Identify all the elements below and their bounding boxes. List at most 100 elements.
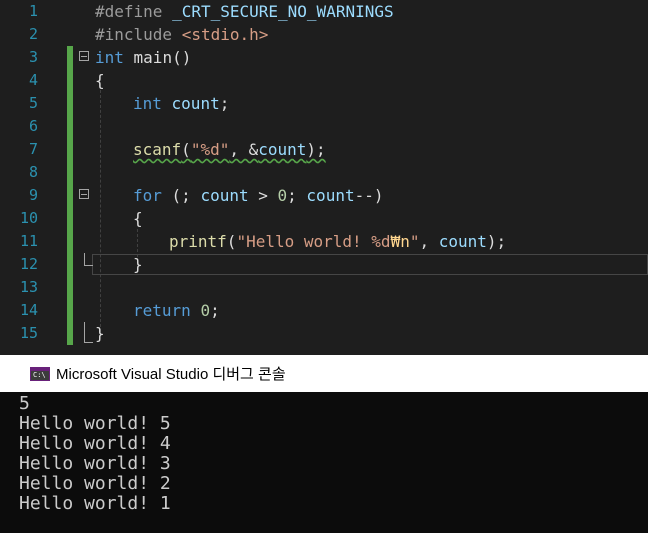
code-text: int count; [133,92,229,115]
change-indicator [67,184,73,207]
punctuation: ( [226,232,237,251]
fold-end-marker [84,253,93,266]
escape-sequence: ₩n [390,232,410,251]
code-text: printf("Hello world! %d₩n", count); [169,230,506,253]
code-editor[interactable]: 1 #define _CRT_SECURE_NO_WARNINGS 2 #inc… [0,0,648,355]
punctuation: ); [306,140,326,159]
code-line-3[interactable]: 3 int main() [0,46,648,69]
change-indicator [67,92,73,115]
code-line-9[interactable]: 9 for (; count > 0; count--) [0,184,648,207]
punctuation: ; [287,186,307,205]
code-text: { [95,71,105,90]
code-line-11[interactable]: 11 printf("Hello world! %d₩n", count); [0,230,648,253]
change-indicator [67,276,73,299]
line-number: 3 [28,48,38,66]
number-literal: 0 [277,186,288,205]
code-text-warning: scanf("%d", &count); [133,138,326,161]
line-number: 9 [28,186,38,204]
line-number: 15 [19,324,38,342]
line-number: 6 [28,117,38,135]
keyword: int [95,48,124,67]
change-indicator [67,299,73,322]
change-indicator [67,253,73,276]
change-indicator [67,322,73,345]
change-indicator [67,115,73,138]
punctuation: ( [181,140,191,159]
change-indicator [67,161,73,184]
code-text: #include <stdio.h> [95,23,268,46]
variable: count [306,186,355,205]
line-number: 8 [28,163,38,181]
line-number: 5 [28,94,38,112]
header-name: <stdio.h> [181,25,269,44]
code-line-13[interactable]: 13 [0,276,648,299]
console-output-area[interactable]: 5 Hello world! 5 Hello world! 4 Hello wo… [0,392,648,533]
punctuation: ); [486,232,507,251]
function-call: printf [169,232,227,251]
code-line-15[interactable]: 15 } [0,322,648,345]
code-line-1[interactable]: 1 #define _CRT_SECURE_NO_WARNINGS [0,0,648,23]
console-output-line: Hello world! 3 [19,453,171,474]
variable: count [161,94,220,113]
collapse-icon[interactable] [79,189,89,199]
code-line-5[interactable]: 5 int count; [0,92,648,115]
collapse-icon[interactable] [79,51,89,61]
code-text: } [133,255,143,274]
code-text: int main() [95,46,191,69]
code-text: } [95,324,105,343]
console-output-line: Hello world! 5 [19,413,171,434]
console-app-icon: C:\ [30,366,50,381]
keyword: for [133,186,162,205]
line-number: 10 [19,209,38,227]
punctuation: ; [219,94,230,113]
preprocessor-directive: #define [95,2,173,21]
operator: --) [354,186,384,205]
code-line-6[interactable]: 6 [0,115,648,138]
line-number: 14 [19,301,38,319]
line-number: 2 [28,25,38,43]
code-text: for (; count > 0; count--) [133,184,384,207]
fold-end-marker [84,322,93,343]
line-number: 13 [19,278,38,296]
punctuation: , [419,232,439,251]
variable: count [258,140,307,159]
string-literal: "%d" [190,140,230,159]
change-indicator [67,230,73,253]
code-line-8[interactable]: 8 [0,161,648,184]
number-literal: 0 [200,301,211,320]
code-text: { [133,209,143,228]
punctuation: , & [229,140,259,159]
change-indicator [67,46,73,69]
code-line-2[interactable]: 2 #include <stdio.h> [0,23,648,46]
code-line-12[interactable]: 12 } [0,253,648,276]
keyword: return [133,301,191,320]
line-number: 7 [28,140,38,158]
console-output-line: 5 [19,393,30,414]
code-line-14[interactable]: 14 return 0; [0,299,648,322]
console-output-line: Hello world! 1 [19,493,171,514]
code-line-4[interactable]: 4 { [0,69,648,92]
line-number: 4 [28,71,38,89]
line-number: 1 [28,2,38,20]
code-line-7[interactable]: 7 scanf("%d", &count); [0,138,648,161]
string-literal: "Hello world! %d [236,232,391,251]
console-title-bar[interactable]: C:\ Microsoft Visual Studio 디버그 콘솔 [0,355,648,392]
change-indicator [67,138,73,161]
function-call: scanf [133,140,182,159]
code-text: #define _CRT_SECURE_NO_WARNINGS [95,0,394,23]
keyword: int [133,94,162,113]
console-output-line: Hello world! 4 [19,433,171,454]
change-indicator [67,69,73,92]
variable: count [438,232,487,251]
console-icon-glyph: C:\ [33,370,46,379]
console-output-line: Hello world! 2 [19,473,171,494]
variable: count [200,186,249,205]
change-indicator [67,207,73,230]
console-window-title: Microsoft Visual Studio 디버그 콘솔 [56,366,286,383]
code-text: return 0; [133,299,220,322]
line-number: 12 [19,255,38,273]
code-line-10[interactable]: 10 { [0,207,648,230]
preprocessor-directive: #include [95,25,182,44]
function-signature: main() [123,48,192,67]
